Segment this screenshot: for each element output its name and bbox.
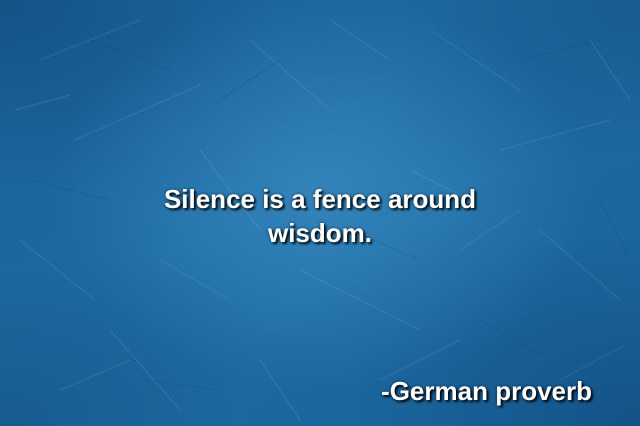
quote-attribution: -German proverb — [381, 376, 592, 406]
quote-card: Silence is a fence around wisdom. -Germa… — [0, 0, 640, 426]
quote-text: Silence is a fence around wisdom. — [163, 184, 477, 248]
